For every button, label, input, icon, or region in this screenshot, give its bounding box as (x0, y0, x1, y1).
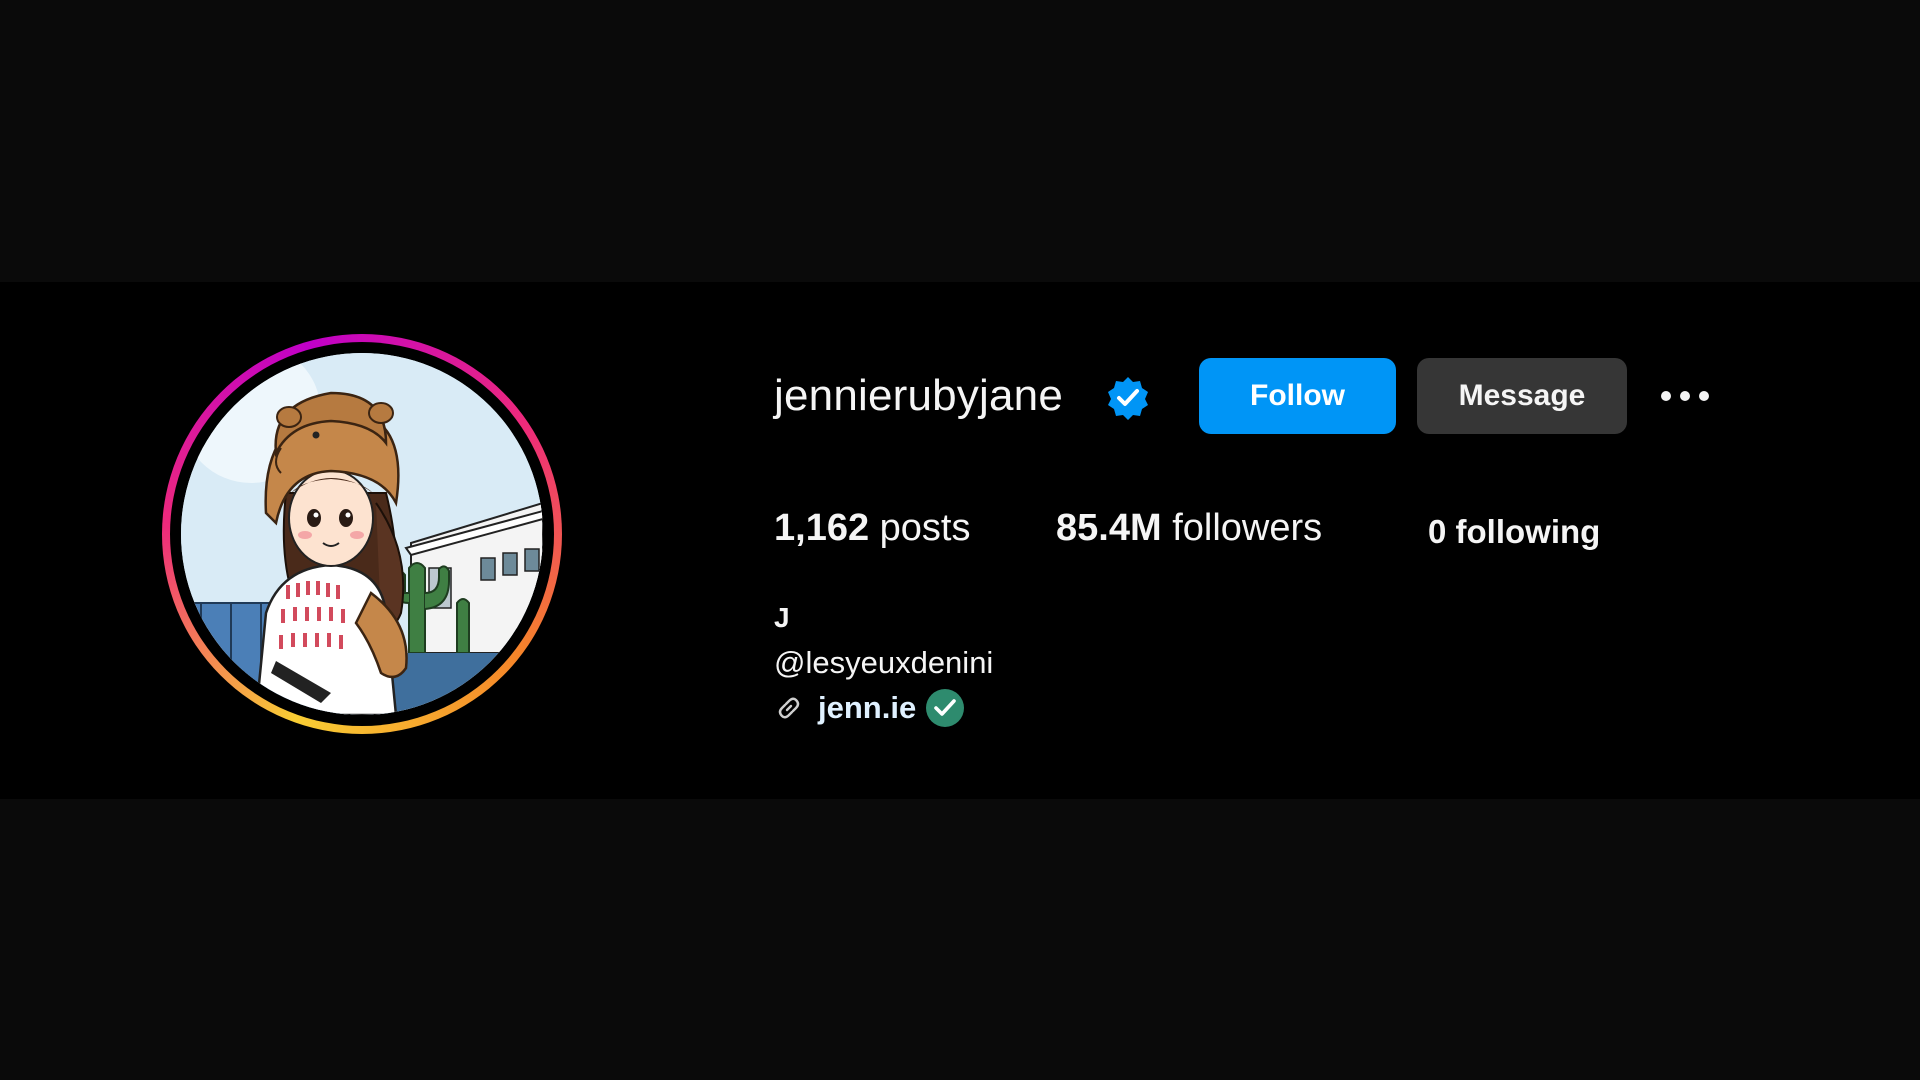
posts-label: posts (879, 507, 971, 549)
more-options-icon[interactable] (1655, 374, 1715, 418)
check-circle-icon (926, 689, 965, 727)
bottom-letterbox (0, 799, 1920, 1080)
bio-mention-link[interactable]: @lesyeuxdenini (774, 644, 993, 682)
avatar[interactable] (181, 353, 543, 715)
profile-username: jennierubyjane (774, 371, 1064, 420)
posts-count: 1,162 posts (774, 506, 970, 550)
verified-badge-icon (1108, 377, 1148, 420)
profile-avatar-ring[interactable] (162, 334, 562, 734)
followers-number: 85.4M (1056, 507, 1162, 549)
following-link[interactable]: 0 following (1428, 510, 1600, 554)
more-dot (1680, 391, 1690, 401)
link-icon (778, 697, 800, 719)
posts-number: 1,162 (774, 507, 870, 549)
follow-button[interactable]: Follow (1199, 358, 1396, 434)
profile-full-name: J (774, 602, 790, 633)
more-dot (1699, 391, 1709, 401)
message-button[interactable]: Message (1417, 358, 1627, 434)
bio-link-text[interactable]: jenn.ie (818, 690, 916, 726)
followers-label: followers (1172, 507, 1323, 549)
more-dot (1661, 391, 1671, 401)
bio-external-link[interactable]: jenn.ie (774, 686, 966, 730)
top-letterbox (0, 0, 1920, 282)
avatar-illustration (181, 353, 543, 715)
followers-link[interactable]: 85.4M followers (1056, 506, 1322, 550)
